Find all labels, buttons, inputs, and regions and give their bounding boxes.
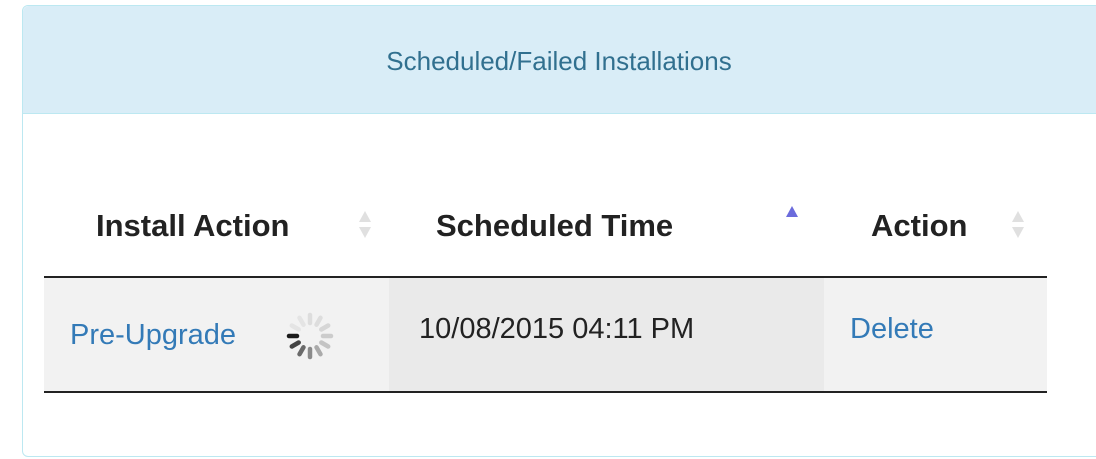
installations-table: Install Action Scheduled Time Action Pre… [44,174,1047,393]
scheduled-time-value: 10/08/2015 04:11 PM [419,313,695,345]
panel-title: Scheduled/Failed Installations [386,46,732,76]
column-label: Action [871,208,968,243]
column-header-action[interactable]: Action [824,174,1047,276]
panel-heading: Scheduled/Failed Installations [23,6,1096,114]
sort-up-icon[interactable] [785,204,799,236]
column-label: Scheduled Time [436,208,674,243]
install-action-link[interactable]: Pre-Upgrade [70,318,236,352]
sort-both-icon[interactable] [1011,209,1025,241]
column-header-install-action[interactable]: Install Action [44,174,389,276]
table-row: Pre-Upgrade 10/08/2015 04:11 PM Delete [44,278,1047,393]
spinner-icon [286,312,334,360]
delete-link[interactable]: Delete [850,312,934,346]
sort-both-icon[interactable] [358,209,372,241]
cell-scheduled-time: 10/08/2015 04:11 PM [389,278,824,391]
column-label: Install Action [96,208,290,243]
table-header: Install Action Scheduled Time Action [44,174,1047,278]
cell-action: Delete [824,278,1047,391]
column-header-scheduled-time[interactable]: Scheduled Time [389,174,824,276]
cell-install-action: Pre-Upgrade [44,278,389,391]
